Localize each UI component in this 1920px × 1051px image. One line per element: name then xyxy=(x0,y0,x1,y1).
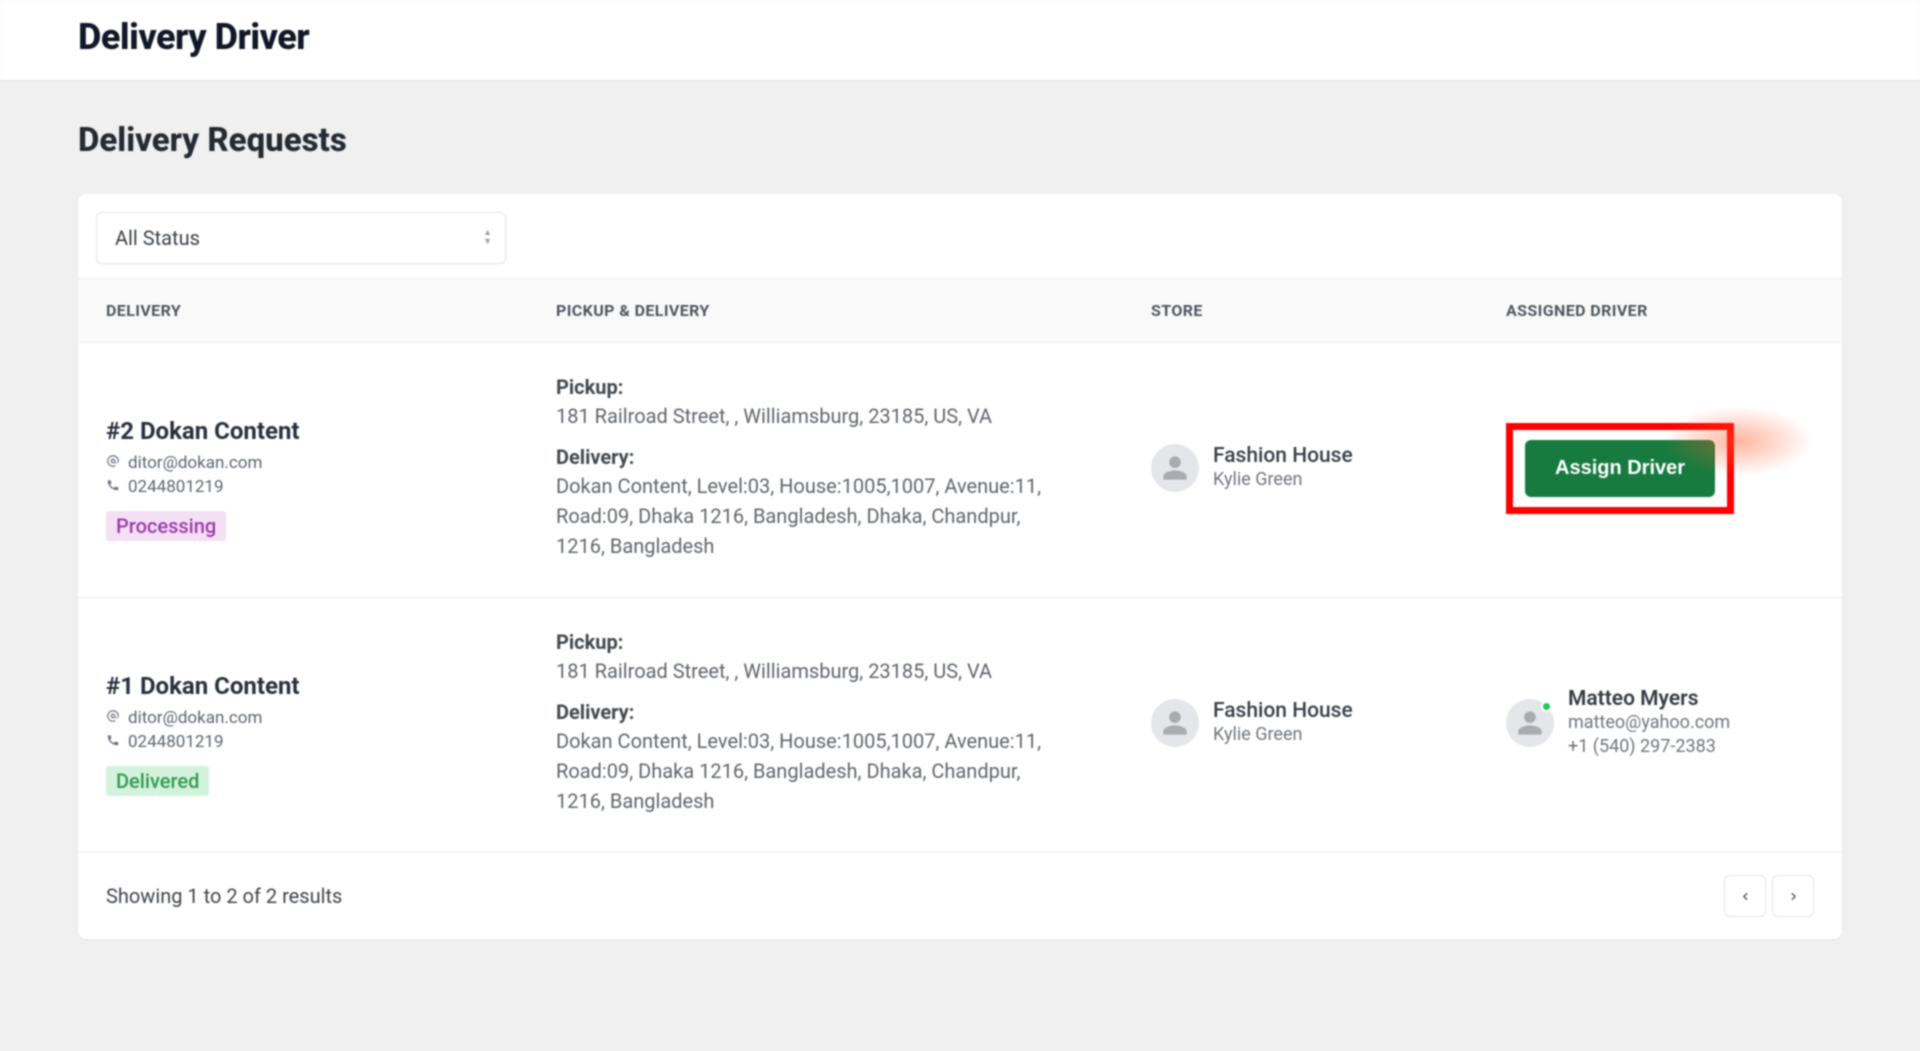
status-filter-value[interactable]: All Status xyxy=(96,212,506,264)
pickup-address: 181 Railroad Street, , Williamsburg, 231… xyxy=(556,401,1056,431)
chevron-updown-icon: ▲▼ xyxy=(483,230,492,246)
pickup-label: Pickup: xyxy=(556,375,1151,399)
status-badge: Delivered xyxy=(106,766,209,796)
driver-cell: Assign Driver xyxy=(1506,423,1814,514)
col-assigned-driver: ASSIGNED DRIVER xyxy=(1506,301,1814,320)
order-phone-line: 0244801219 xyxy=(106,477,556,497)
pickup-delivery-cell: Pickup:181 Railroad Street, , Williamsbu… xyxy=(556,630,1151,816)
avatar xyxy=(1506,699,1554,747)
table-header: DELIVERY PICKUP & DELIVERY STORE ASSIGNE… xyxy=(78,278,1842,343)
store-name: Fashion House xyxy=(1213,699,1353,723)
table-footer: Showing 1 to 2 of 2 results xyxy=(78,853,1842,939)
order-phone-line: 0244801219 xyxy=(106,732,556,752)
order-phone: 0244801219 xyxy=(128,732,224,752)
pagination xyxy=(1724,875,1814,917)
col-pickup-delivery: PICKUP & DELIVERY xyxy=(556,301,1151,320)
requests-card: All Status ▲▼ DELIVERY PICKUP & DELIVERY… xyxy=(78,194,1842,939)
delivery-cell: #1 Dokan Content ditor@dokan.com 024480121… xyxy=(106,650,556,796)
filter-row: All Status ▲▼ xyxy=(78,194,1842,278)
avatar xyxy=(1151,444,1199,492)
status-badge: Processing xyxy=(106,511,226,541)
driver-cell: Matteo Myersmatteo@yahoo.com+1 (540) 297… xyxy=(1506,687,1814,760)
store-cell: Fashion HouseKylie Green xyxy=(1151,699,1506,747)
driver-name: Matteo Myers xyxy=(1568,687,1730,711)
delivery-label: Delivery: xyxy=(556,700,1151,724)
delivery-cell: #2 Dokan Content ditor@dokan.com 024480121… xyxy=(106,395,556,541)
chevron-right-icon xyxy=(1787,890,1800,903)
results-text: Showing 1 to 2 of 2 results xyxy=(106,884,342,908)
order-email: ditor@dokan.com xyxy=(128,708,262,728)
col-store: STORE xyxy=(1151,301,1506,320)
order-email-line: ditor@dokan.com xyxy=(106,708,556,728)
online-dot-icon xyxy=(1541,701,1552,712)
pickup-address: 181 Railroad Street, , Williamsburg, 231… xyxy=(556,656,1056,686)
store-name: Fashion House xyxy=(1213,444,1353,468)
driver-phone: +1 (540) 297-2383 xyxy=(1568,735,1730,759)
table-row: #1 Dokan Content ditor@dokan.com 024480121… xyxy=(78,598,1842,853)
assigned-driver-info: Matteo Myersmatteo@yahoo.com+1 (540) 297… xyxy=(1506,687,1730,760)
order-phone: 0244801219 xyxy=(128,477,224,497)
store-person: Kylie Green xyxy=(1213,468,1353,492)
phone-icon xyxy=(106,732,120,752)
at-icon xyxy=(106,453,120,473)
next-page-button[interactable] xyxy=(1772,875,1814,917)
delivery-address: Dokan Content, Level:03, House:1005,1007… xyxy=(556,726,1056,816)
prev-page-button[interactable] xyxy=(1724,875,1766,917)
driver-email: matteo@yahoo.com xyxy=(1568,711,1730,735)
store-cell: Fashion HouseKylie Green xyxy=(1151,444,1506,492)
order-email: ditor@dokan.com xyxy=(128,453,262,473)
store-person: Kylie Green xyxy=(1213,723,1353,747)
highlight-annotation: Assign Driver xyxy=(1506,423,1734,514)
col-delivery: DELIVERY xyxy=(106,301,556,320)
assign-driver-button[interactable]: Assign Driver xyxy=(1525,440,1715,497)
section-title: Delivery Requests xyxy=(78,121,1842,160)
page-title: Delivery Driver xyxy=(78,16,1920,58)
pickup-delivery-cell: Pickup:181 Railroad Street, , Williamsbu… xyxy=(556,375,1151,561)
order-title[interactable]: #2 Dokan Content xyxy=(106,417,556,445)
chevron-left-icon xyxy=(1739,890,1752,903)
table-row: #2 Dokan Content ditor@dokan.com 024480121… xyxy=(78,343,1842,598)
delivery-label: Delivery: xyxy=(556,445,1151,469)
at-icon xyxy=(106,708,120,728)
pickup-label: Pickup: xyxy=(556,630,1151,654)
status-filter[interactable]: All Status ▲▼ xyxy=(96,212,506,264)
order-title[interactable]: #1 Dokan Content xyxy=(106,672,556,700)
order-email-line: ditor@dokan.com xyxy=(106,453,556,473)
phone-icon xyxy=(106,477,120,497)
page-header: Delivery Driver xyxy=(0,0,1920,81)
avatar xyxy=(1151,699,1199,747)
delivery-address: Dokan Content, Level:03, House:1005,1007… xyxy=(556,471,1056,561)
main-content: Delivery Requests All Status ▲▼ DELIVERY… xyxy=(0,81,1920,979)
